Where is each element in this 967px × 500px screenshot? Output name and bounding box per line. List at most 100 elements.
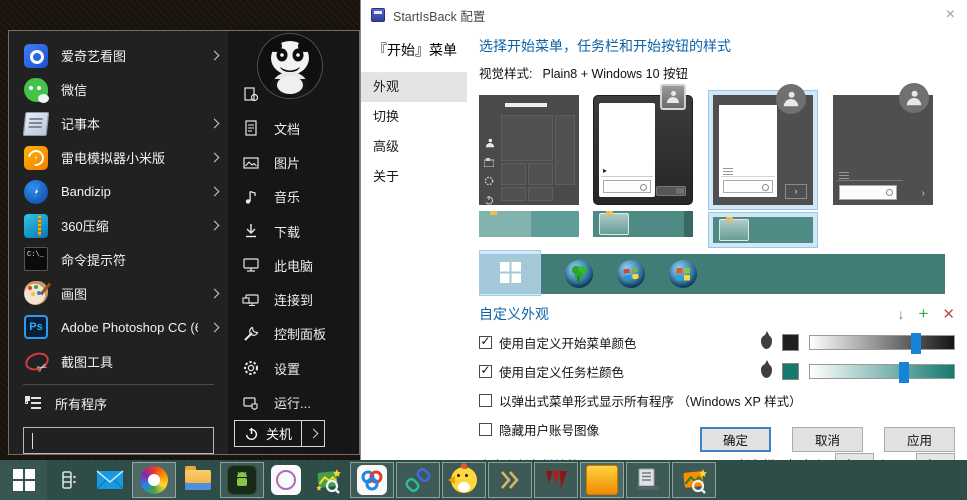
sidebar-item-advanced[interactable]: 高级 [361,132,467,162]
place-item-downloads[interactable]: 下载 [228,214,359,248]
sidebar-header: 『开始』菜单 [361,36,467,72]
windows10-taskbar-preview [479,211,579,237]
link-tool-button[interactable] [396,462,440,498]
startisback-app-icon [371,8,385,22]
checkbox-unchecked[interactable] [479,394,492,407]
start-button[interactable] [0,460,47,500]
menu-item-label: 360压缩 [61,216,109,235]
red-arrows-app-button[interactable] [534,462,578,498]
place-item-music[interactable]: 音乐 [228,180,359,214]
style-option-windows10[interactable] [479,95,579,237]
start-menu-app-list: 爱奇艺看图 微信 记事本 雷电模拟器小米版 Bandizip [9,31,228,454]
cancel-button[interactable]: 取消 [792,427,863,452]
color-droplet-icon[interactable] [761,335,772,349]
user-avatar[interactable] [258,34,322,98]
checkbox-unchecked[interactable] [479,423,492,436]
sidebar-item-switching[interactable]: 切换 [361,102,467,132]
all-programs-button[interactable]: 所有程序 [9,387,228,419]
menu-item-paint[interactable]: 画图 [9,276,228,310]
menu-item-command-prompt[interactable]: 命令提示符 [9,243,228,277]
remove-icon[interactable]: ✕ [942,305,955,323]
start-button-options [479,254,945,294]
place-item-settings[interactable]: 设置 [228,351,359,385]
dialog-footer: 确定 取消 应用 [700,427,955,452]
sidebar-item-appearance[interactable]: 外观 [361,72,467,102]
place-item-documents[interactable]: 文档 [228,111,359,145]
menu-item-notepad[interactable]: 记事本 [9,107,228,141]
apply-button[interactable]: 应用 [884,427,955,452]
menu-item-label: 命令提示符 [61,250,126,269]
start-menu-color-swatch[interactable] [782,334,799,351]
add-icon[interactable]: + [918,304,928,324]
menu-item-ldplayer[interactable]: 雷电模拟器小米版 [9,141,228,175]
windows10-flat-logo-icon [500,262,521,283]
shutdown-options-button[interactable] [302,420,325,447]
dialog-titlebar[interactable]: StartIsBack 配置 × [361,0,967,30]
menu-item-bandizip[interactable]: Bandizip [9,175,228,209]
style-option-plain8-selected[interactable]: › [707,95,819,243]
this-pc-icon [241,255,261,275]
photo-viewer-button[interactable] [307,460,349,500]
slider-handle[interactable] [911,333,921,354]
taskbar-color-swatch[interactable] [782,363,799,380]
browser-swirl-button[interactable] [132,462,176,498]
ring-app-icon [271,465,301,495]
photo-search-button[interactable] [672,462,716,498]
menu-item-snipping-tool[interactable]: 截图工具 [9,344,228,378]
place-item-connect-to[interactable]: 连接到 [228,283,359,317]
place-item-run[interactable]: 运行... [228,385,359,419]
slider-handle[interactable] [899,362,909,383]
start-menu: 爱奇艺看图 微信 记事本 雷电模拟器小米版 Bandizip [8,30,360,455]
place-item-pictures[interactable]: 图片 [228,146,359,180]
submenu-chevron-icon [210,187,220,197]
gold-brackets-icon [497,467,523,493]
start-button-option-win7[interactable] [617,260,645,288]
file-explorer-button[interactable] [177,460,219,500]
close-icon[interactable]: × [946,7,955,23]
taskbar-color-slider[interactable] [809,364,955,379]
ok-button[interactable]: 确定 [700,427,771,452]
android-emulator-button[interactable] [220,462,264,498]
task-view-button[interactable] [47,460,89,500]
sidebar-item-about[interactable]: 关于 [361,162,467,192]
menu-item-360zip[interactable]: 360压缩 [9,209,228,243]
mail-app-button[interactable] [89,460,131,500]
ring-app-button[interactable] [265,460,307,500]
style-option-plain10[interactable]: › [833,95,933,205]
checkbox-label: 使用自定义任务栏颜色 [499,362,624,381]
orange-app-button[interactable] [580,462,624,498]
startisback-config-dialog: StartIsBack 配置 × 『开始』菜单 外观 切换 高级 关于 选择开始… [360,0,967,460]
music-icon [241,187,261,207]
menu-item-iqiyi-viewer[interactable]: 爱奇艺看图 [9,39,228,73]
paint-icon [24,281,48,305]
desktop: 爱奇艺看图 微信 记事本 雷电模拟器小米版 Bandizip [0,0,967,500]
checkbox-row-start-menu-color: 使用自定义开始菜单颜色 [479,331,955,353]
shutdown-button[interactable]: 关机 [234,420,302,447]
start-button-option-clover[interactable] [565,260,593,288]
search-box[interactable] [23,427,214,454]
place-item-control-panel[interactable]: 控制面板 [228,317,359,351]
chick-app-button[interactable] [442,462,486,498]
windows7-orb-icon [617,260,645,288]
startisback-config-button[interactable] [626,462,670,498]
start-button-option-win8[interactable] [669,260,697,288]
start-button-option-win10-selected[interactable] [479,250,541,296]
place-item-this-pc[interactable]: 此电脑 [228,248,359,282]
dialog-sidebar: 『开始』菜单 外观 切换 高级 关于 [361,30,467,426]
checkbox-checked[interactable] [479,365,492,378]
download-icon[interactable]: ↓ [897,306,904,322]
color-droplet-icon[interactable] [761,364,772,378]
style-option-windows7[interactable]: ▸ [593,95,693,237]
submenu-chevron-icon [210,51,220,61]
menu-item-photoshop[interactable]: Ps Adobe Photoshop CC (64 Bit) [9,310,228,344]
place-label: 音乐 [274,187,300,206]
checkbox-checked[interactable] [479,336,492,349]
snipping-tool-icon [24,349,48,373]
start-menu-color-slider[interactable] [809,335,955,350]
circles-app-button[interactable] [350,462,394,498]
plain8-taskbar-preview [713,217,813,243]
gold-brackets-app-button[interactable] [488,462,532,498]
search-input[interactable] [32,433,209,449]
menu-item-wechat[interactable]: 微信 [9,73,228,107]
notepad-icon [23,112,50,136]
